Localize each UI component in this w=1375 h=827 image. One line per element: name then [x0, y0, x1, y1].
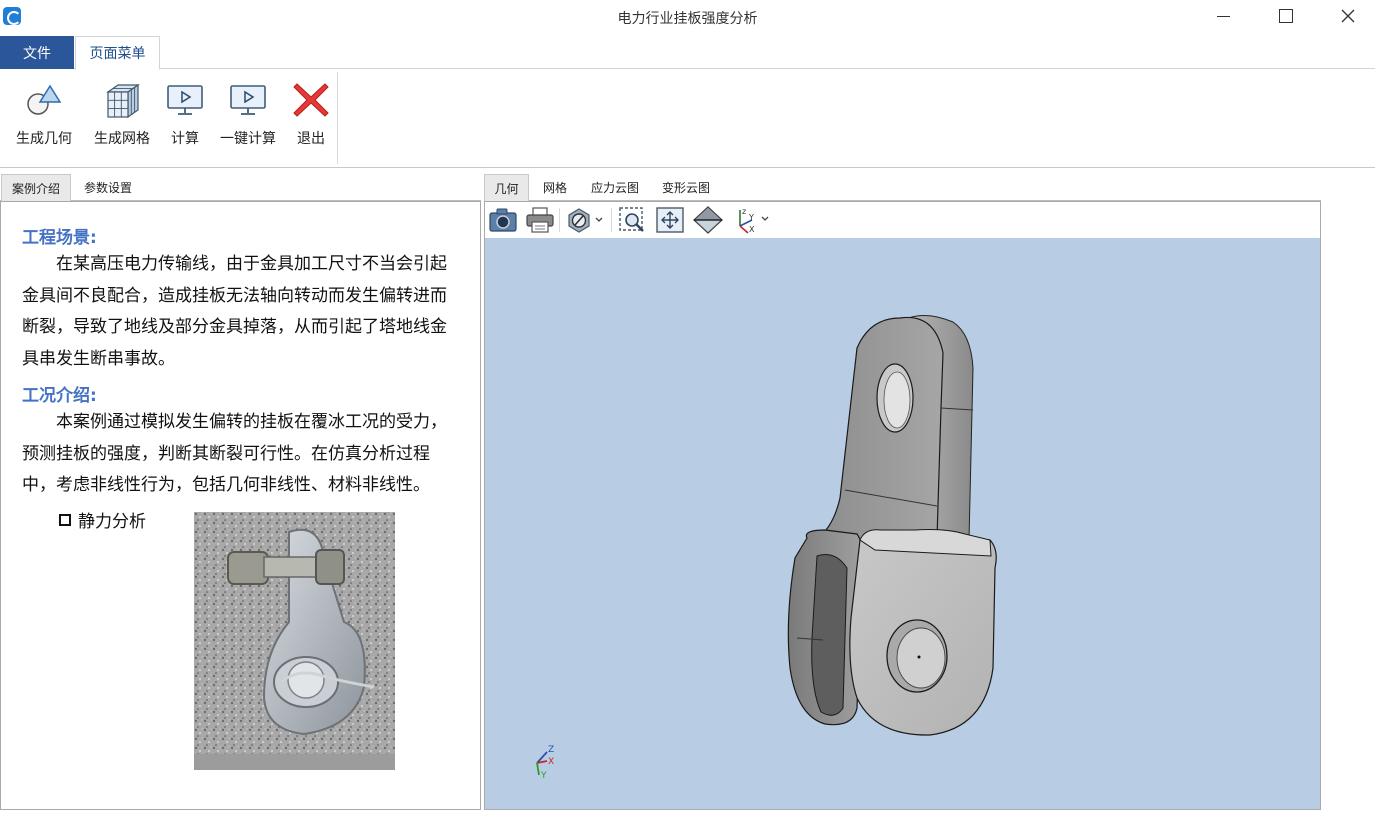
- screenshot-button[interactable]: [487, 205, 519, 235]
- close-button[interactable]: [1325, 0, 1371, 32]
- case-intro-panel: 工程场景: 在某高压电力传输线，由于金具加工尺寸不当会引起金具间不良配合，造成挂…: [0, 201, 481, 810]
- triad-z-label: Z: [548, 745, 554, 755]
- tab-deformation-contour[interactable]: 变形云图: [653, 174, 719, 201]
- monitor-play-icon: [167, 85, 203, 115]
- print-button[interactable]: [524, 205, 556, 235]
- checkbox-square-icon: [59, 513, 71, 526]
- triad-y-label: Y: [540, 771, 547, 781]
- hanging-plate-model: Z X Y: [536, 315, 997, 781]
- exit-button[interactable]: 退出: [288, 78, 334, 158]
- 3d-viewport[interactable]: Z X Y: [485, 238, 1320, 809]
- minimize-icon: [1216, 15, 1230, 17]
- scenario-heading: 工程场景:: [22, 228, 97, 248]
- camera-icon: [489, 208, 517, 232]
- red-x-icon: [293, 83, 329, 117]
- one-click-compute-button[interactable]: 一键计算: [216, 78, 280, 158]
- toolbar-divider: [559, 208, 560, 232]
- tab-parameter-settings[interactable]: 参数设置: [74, 174, 142, 201]
- svg-text:z: z: [742, 207, 746, 216]
- static-analysis-label: 静力分析: [78, 512, 146, 532]
- ribbon-tab-bar: 文件 页面菜单: [0, 36, 1375, 70]
- compute-label: 计算: [171, 131, 199, 147]
- window-title: 电力行业挂板强度分析: [617, 11, 758, 27]
- view-toolbar: z Y X: [485, 202, 1320, 238]
- tab-page-menu[interactable]: 页面菜单: [75, 36, 160, 70]
- zoom-window-icon: [619, 207, 644, 232]
- axis-view-icon: z Y X: [739, 207, 769, 234]
- generate-mesh-button[interactable]: 生成网格: [90, 78, 154, 158]
- monitor-play-icon: [230, 85, 266, 115]
- 3d-view-panel: z Y X Z X Y: [484, 201, 1321, 810]
- title-bar: 电力行业挂板强度分析: [0, 0, 1375, 34]
- tab-file[interactable]: 文件: [0, 36, 74, 69]
- maximize-button[interactable]: [1263, 0, 1309, 32]
- printer-icon: [526, 207, 554, 233]
- hanging-plate-photo: [194, 512, 395, 770]
- display-mode-icon: [568, 208, 603, 233]
- iso-view-button[interactable]: [692, 205, 724, 235]
- mesh-cube-icon: [106, 83, 140, 119]
- ribbon-group-divider: [337, 72, 338, 164]
- geometry-shapes-icon: [27, 84, 62, 115]
- exit-label: 退出: [297, 131, 325, 147]
- tab-case-intro[interactable]: 案例介绍: [1, 174, 71, 201]
- generate-geometry-button[interactable]: 生成几何: [12, 78, 76, 158]
- tab-geometry[interactable]: 几何: [484, 174, 529, 201]
- minimize-button[interactable]: [1200, 0, 1246, 32]
- static-analysis-item: 静力分析: [59, 507, 146, 532]
- fit-all-button[interactable]: [654, 205, 686, 235]
- axis-triad: Z X Y: [536, 745, 554, 781]
- generate-mesh-label: 生成网格: [94, 131, 150, 147]
- toolbar-divider: [611, 208, 612, 232]
- svg-text:Y: Y: [748, 213, 754, 222]
- condition-heading: 工况介绍:: [22, 386, 97, 406]
- axis-view-dropdown[interactable]: z Y X: [732, 205, 772, 235]
- scenario-text: 在某高压电力传输线，由于金具加工尺寸不当会引起金具间不良配合，造成挂板无法轴向转…: [22, 254, 447, 369]
- generate-geometry-label: 生成几何: [16, 131, 72, 147]
- maximize-icon: [1279, 9, 1293, 23]
- display-mode-dropdown[interactable]: [563, 205, 607, 235]
- condition-text: 本案例通过模拟发生偏转的挂板在覆冰工况的受力，预测挂板的强度，判断其断裂可行性。…: [22, 412, 447, 495]
- one-click-compute-label: 一键计算: [220, 131, 276, 147]
- tab-stress-contour[interactable]: 应力云图: [582, 174, 648, 201]
- triad-x-label: X: [548, 757, 554, 767]
- left-tab-bar: 案例介绍 参数设置: [0, 174, 481, 201]
- close-icon: [1341, 9, 1355, 23]
- tab-mesh[interactable]: 网格: [532, 174, 578, 201]
- ribbon-toolbar: 生成几何 生成网格 计算 一键计算 退出: [0, 70, 1375, 168]
- zoom-window-button[interactable]: [616, 205, 648, 235]
- iso-view-icon: [693, 206, 723, 234]
- right-tab-bar: 几何 网格 应力云图 变形云图: [484, 174, 1321, 201]
- compute-button[interactable]: 计算: [162, 78, 208, 158]
- fit-all-icon: [656, 207, 684, 233]
- svg-text:X: X: [749, 225, 755, 234]
